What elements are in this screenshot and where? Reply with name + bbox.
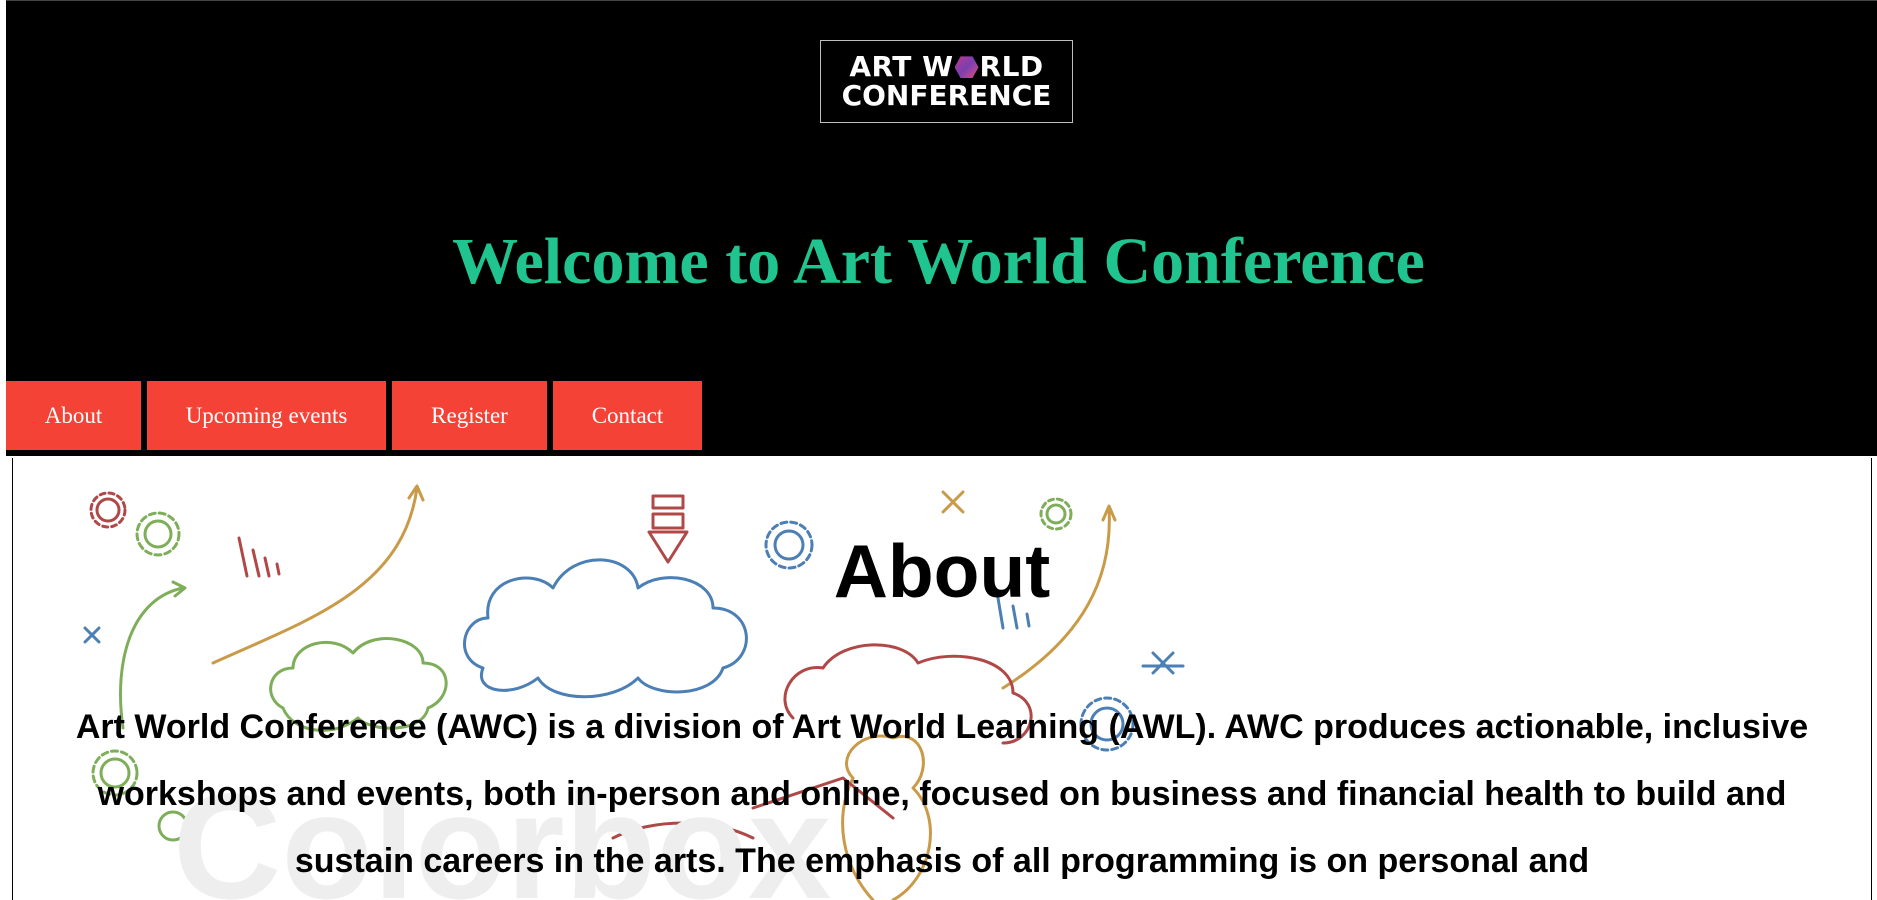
- gear-icon: [89, 491, 127, 529]
- nav-upcoming-events[interactable]: Upcoming events: [147, 381, 386, 450]
- nav-about[interactable]: About: [6, 381, 141, 450]
- logo-line-1: ART W RLD: [849, 49, 1044, 83]
- main-nav: About Upcoming events Register Contact: [6, 381, 708, 450]
- about-heading: About: [833, 529, 1051, 613]
- about-section: Colorbox About Art World Conference (AWC…: [12, 458, 1872, 900]
- nav-contact[interactable]: Contact: [553, 381, 702, 450]
- cross-doodle: [1141, 651, 1185, 675]
- logo-text-art-w: ART W: [849, 49, 954, 83]
- logo-text-rld: RLD: [979, 49, 1044, 83]
- cross-doodle: [83, 626, 101, 644]
- nav-register[interactable]: Register: [392, 381, 547, 450]
- welcome-heading: Welcome to Art World Conference: [452, 225, 1425, 298]
- logo-hexagon-icon: [954, 56, 979, 79]
- about-body-text: Art World Conference (AWC) is a division…: [75, 708, 1809, 880]
- site-logo[interactable]: ART W RLD CONFERENCE: [820, 40, 1073, 123]
- cross-doodle: [941, 490, 965, 514]
- page: ART W RLD CONFERENCE Welcome to Art World…: [0, 0, 1877, 900]
- logo-line-2: CONFERENCE: [841, 78, 1052, 112]
- gear-icon: [1039, 497, 1073, 531]
